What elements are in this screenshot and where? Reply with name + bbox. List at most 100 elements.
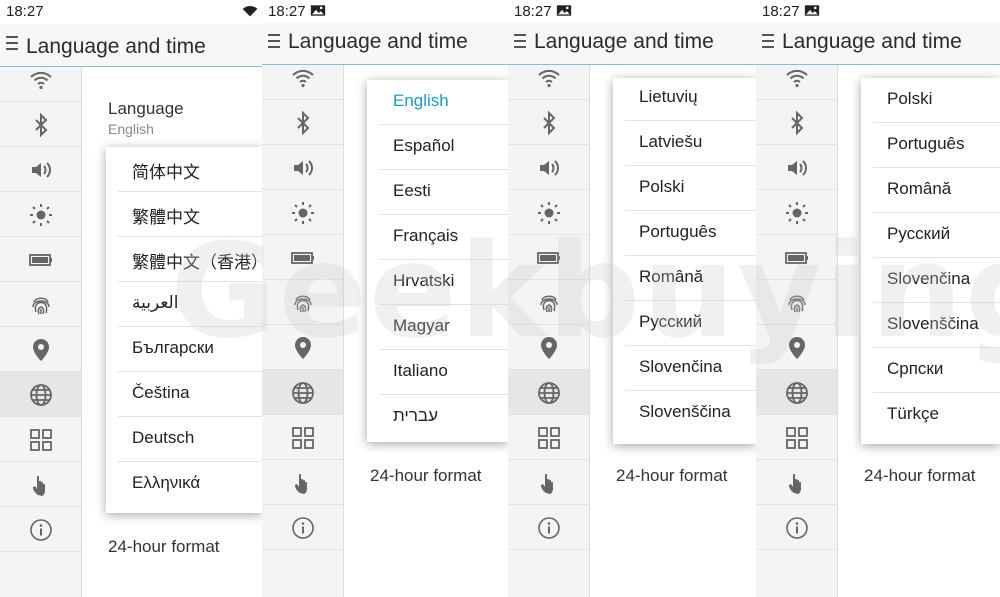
sidebar-item-location[interactable] xyxy=(756,325,837,370)
sidebar-item-info[interactable] xyxy=(756,505,837,550)
sidebar-item-gesture[interactable] xyxy=(756,460,837,505)
sidebar-item-brightness[interactable] xyxy=(0,192,81,237)
wifi-icon xyxy=(242,4,258,22)
language-option[interactable]: Slovenčina xyxy=(861,258,1000,303)
language-option[interactable]: Русский xyxy=(861,213,1000,258)
language-option[interactable]: Italiano xyxy=(367,350,508,395)
sidebar-item-volume[interactable] xyxy=(0,147,81,192)
sidebar-item-grid[interactable] xyxy=(756,415,837,460)
menu-icon[interactable] xyxy=(268,34,280,50)
language-option[interactable]: Deutsch xyxy=(106,417,262,462)
sidebar-item-grid[interactable] xyxy=(0,417,81,462)
language-option-label: Lietuvių xyxy=(639,87,698,106)
sidebar-item-battery[interactable] xyxy=(262,235,343,280)
language-option[interactable]: Slovenčina xyxy=(613,346,756,391)
menu-icon[interactable] xyxy=(514,34,526,50)
language-option[interactable]: Español xyxy=(367,125,508,170)
sidebar-item-bluetooth[interactable] xyxy=(0,102,81,147)
sidebar-item-gesture[interactable] xyxy=(0,462,81,507)
menu-icon[interactable] xyxy=(6,36,18,52)
language-option[interactable]: Français xyxy=(367,215,508,260)
sidebar-item-battery[interactable] xyxy=(0,237,81,282)
language-option[interactable]: Русский xyxy=(613,301,756,346)
sidebar-item-brightness[interactable] xyxy=(508,190,589,235)
language-option[interactable]: Magyar xyxy=(367,305,508,350)
sidebar-item-info[interactable] xyxy=(508,505,589,550)
sidebar-item-battery[interactable] xyxy=(508,235,589,280)
status-bar: 18:27 xyxy=(0,0,262,24)
menu-icon[interactable] xyxy=(762,34,774,50)
hour-format-label[interactable]: 24-hour format xyxy=(616,466,728,486)
sidebar-item-wifi[interactable] xyxy=(262,65,343,100)
sidebar-item-wifi[interactable] xyxy=(508,65,589,100)
sidebar-item-battery[interactable] xyxy=(756,235,837,280)
language-option[interactable]: Türkçe xyxy=(861,393,1000,438)
hour-format-label[interactable]: 24-hour format xyxy=(108,537,220,557)
hour-format-label[interactable]: 24-hour format xyxy=(864,466,976,486)
language-option[interactable]: English xyxy=(367,80,508,125)
language-option[interactable]: Polski xyxy=(613,166,756,211)
language-option[interactable]: Čeština xyxy=(106,372,262,417)
language-dropdown[interactable]: English Español Eesti Français Hrvatski Magya… xyxy=(367,80,508,442)
sidebar-item-gesture[interactable] xyxy=(508,460,589,505)
language-option[interactable]: 繁體中文（香港） xyxy=(106,237,262,282)
language-option[interactable]: Български xyxy=(106,327,262,372)
page-title: Language and time xyxy=(534,30,714,53)
screen-panel: 18:27Language and timeLanguageEnglish24-… xyxy=(0,0,262,597)
screen-panel: 18:27Language and timeLanguageEnglish24-… xyxy=(756,0,1000,597)
language-option[interactable]: Slovenščina xyxy=(861,303,1000,348)
language-option[interactable]: עברית xyxy=(367,395,508,440)
sidebar-item-fingerprint[interactable] xyxy=(0,282,81,327)
language-option[interactable]: Latviešu xyxy=(613,121,756,166)
screen-panel: 18:27Language and timeLanguageEnglish24-… xyxy=(262,0,508,597)
sidebar-item-location[interactable] xyxy=(508,325,589,370)
sidebar-item-info[interactable] xyxy=(0,507,81,552)
language-option[interactable]: Српски xyxy=(861,348,1000,393)
language-dropdown[interactable]: 简体中文 繁體中文繁體中文（香港） العربية Български Čeština D… xyxy=(106,147,262,513)
sidebar-item-fingerprint[interactable] xyxy=(262,280,343,325)
language-option[interactable]: 繁體中文 xyxy=(106,192,262,237)
language-option-label: Slovenčina xyxy=(887,269,971,288)
language-option[interactable]: Polski xyxy=(861,78,1000,123)
sidebar-item-fingerprint[interactable] xyxy=(756,280,837,325)
sidebar-item-bluetooth[interactable] xyxy=(508,100,589,145)
sidebar-item-grid[interactable] xyxy=(262,415,343,460)
language-option[interactable]: Ελληνικά xyxy=(106,462,262,507)
sidebar-item-wifi[interactable] xyxy=(0,67,81,102)
language-option-label: Polski xyxy=(639,177,685,196)
language-option[interactable]: Hrvatski xyxy=(367,260,508,305)
language-option[interactable]: Română xyxy=(861,168,1000,213)
sidebar-item-wifi[interactable] xyxy=(756,65,837,100)
language-option[interactable]: Lietuvių xyxy=(613,78,756,121)
sidebar-item-brightness[interactable] xyxy=(756,190,837,235)
language-option-label: 繁體中文（香港） xyxy=(132,253,262,272)
sidebar-item-grid[interactable] xyxy=(508,415,589,460)
sidebar-item-globe[interactable] xyxy=(0,372,81,417)
sidebar-item-globe[interactable] xyxy=(508,370,589,415)
hour-format-label[interactable]: 24-hour format xyxy=(370,466,482,486)
language-option[interactable]: Slovenščina xyxy=(613,391,756,436)
sidebar-item-brightness[interactable] xyxy=(262,190,343,235)
sidebar-item-volume[interactable] xyxy=(508,145,589,190)
sidebar-item-bluetooth[interactable] xyxy=(756,100,837,145)
language-option[interactable]: 简体中文 xyxy=(106,147,262,192)
sidebar-item-globe[interactable] xyxy=(756,370,837,415)
sidebar-item-volume[interactable] xyxy=(756,145,837,190)
language-dropdown[interactable]: Polski Português Română Русский Slovenčina Sl… xyxy=(861,78,1000,444)
sidebar-item-location[interactable] xyxy=(262,325,343,370)
language-option[interactable]: العربية xyxy=(106,282,262,327)
language-option[interactable]: Português xyxy=(613,211,756,256)
sidebar-item-bluetooth[interactable] xyxy=(262,100,343,145)
sidebar-item-gesture[interactable] xyxy=(262,460,343,505)
language-option-label: Български xyxy=(132,338,214,357)
sidebar-item-fingerprint[interactable] xyxy=(508,280,589,325)
sidebar-item-info[interactable] xyxy=(262,505,343,550)
sidebar-item-volume[interactable] xyxy=(262,145,343,190)
language-dropdown[interactable]: Lietuvių Latviešu Polski Português Română Рус… xyxy=(613,78,756,444)
sidebar-item-globe[interactable] xyxy=(262,370,343,415)
language-option[interactable]: Română xyxy=(613,256,756,301)
language-option[interactable]: Eesti xyxy=(367,170,508,215)
sidebar-item-location[interactable] xyxy=(0,327,81,372)
language-option[interactable]: Português xyxy=(861,123,1000,168)
language-option-label: Slovenščina xyxy=(639,402,731,421)
